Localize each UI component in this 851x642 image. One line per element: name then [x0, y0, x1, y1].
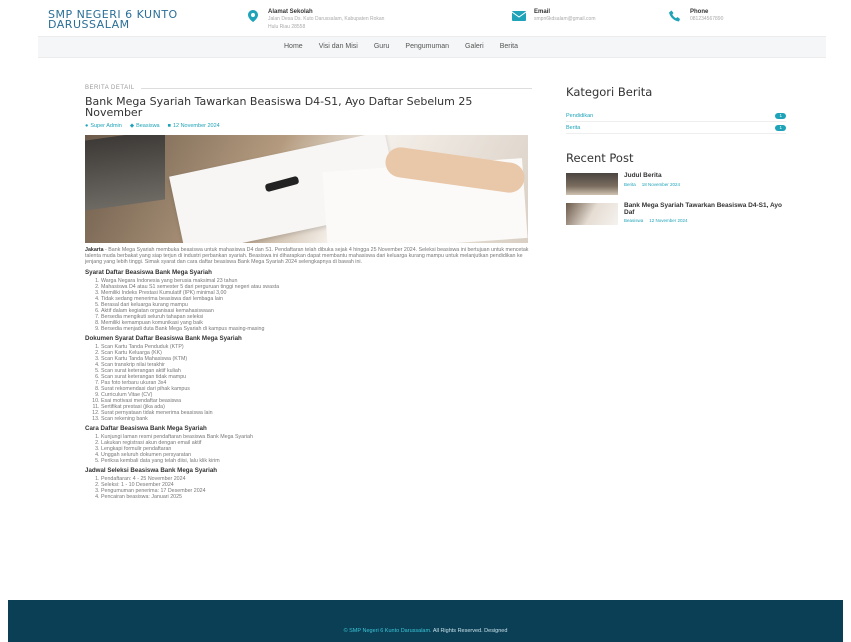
- section-title-cara: Cara Daftar Beasiswa Bank Mega Syariah: [85, 425, 207, 433]
- calendar-icon: ■: [167, 123, 171, 129]
- list-jadwal: Pendaftaran: 4 - 25 November 2024 Seleks…: [85, 476, 532, 500]
- nav-item-visi-misi[interactable]: Visi dan Misi: [319, 43, 358, 50]
- footer-rights: All Rights Reserved. Designed: [431, 628, 508, 634]
- site-logo[interactable]: SMP NEGERI 6 KUNTO DARUSSALAM: [48, 9, 178, 31]
- recent-post-item[interactable]: Judul Berita Berita 18 November 2024: [566, 172, 786, 195]
- nav-item-home[interactable]: Home: [284, 43, 303, 50]
- intro-text: - Bank Mega Syariah membuka beasiswa unt…: [85, 247, 529, 266]
- list-syarat: Warga Negara Indonesia yang berusia maks…: [85, 278, 532, 332]
- recent-post-thumbnail[interactable]: [566, 173, 618, 195]
- list-item: Bersedia menjadi duta Bank Mega Syariah …: [101, 326, 532, 332]
- meta-category-text: Beasiswa: [136, 123, 160, 129]
- section-title-dokumen: Dokumen Syarat Daftar Beasiswa Bank Mega…: [85, 334, 242, 342]
- recent-post-thumbnail[interactable]: [566, 203, 618, 225]
- section-title-syarat: Syarat Daftar Beasiswa Bank Mega Syariah: [85, 268, 212, 276]
- meta-date-text: 12 November 2024: [172, 123, 220, 129]
- address-block: Alamat Sekolah Jalan Desa Ds. Kuto Darus…: [246, 9, 384, 31]
- section-title-jadwal: Jadwal Seleksi Beasiswa Bank Mega Syaria…: [85, 467, 218, 475]
- map-pin-icon: [246, 9, 260, 23]
- list-cara: Kunjungi laman resmi pendaftaran beasisw…: [85, 434, 532, 464]
- article-meta: ● Super Admin ◆ Beasiswa ■ 12 November 2024: [85, 123, 532, 129]
- phone-block: Phone 081234567890: [668, 9, 723, 23]
- meta-category[interactable]: ◆ Beasiswa: [130, 123, 160, 129]
- phone-icon: [668, 9, 682, 23]
- article-kicker: BERITA DETAIL: [85, 85, 532, 91]
- category-count-badge: 1: [775, 124, 786, 131]
- recent-post-meta: Beasiswa 12 November 2024: [624, 218, 786, 223]
- email-block: Email smpn6kdsalam@gmail.com: [512, 9, 595, 23]
- mail-icon: [512, 9, 526, 23]
- meta-date: ■ 12 November 2024: [168, 123, 220, 129]
- footer-brand[interactable]: © SMP Negeri 6 Kunto Darussalam.: [344, 628, 432, 634]
- email-label: Email: [534, 9, 551, 15]
- email-value[interactable]: smpn6kdsalam@gmail.com: [534, 16, 595, 23]
- meta-author[interactable]: ● Super Admin: [85, 123, 122, 129]
- article-intro: Jakarta - Bank Mega Syariah membuka beas…: [85, 247, 532, 266]
- footer-copyright: © SMP Negeri 6 Kunto Darussalam. All Rig…: [8, 628, 843, 634]
- category-label: Berita: [566, 124, 581, 131]
- nav-item-guru[interactable]: Guru: [374, 43, 390, 50]
- list-item: Scan rekening bank: [101, 416, 532, 422]
- phone-label: Phone: [690, 9, 709, 15]
- list-item: Periksa kembali data yang telah diisi, l…: [101, 458, 532, 464]
- address-line-2: Hulu Riau 28558: [268, 24, 306, 30]
- nav-item-pengumuman[interactable]: Pengumuman: [405, 43, 449, 50]
- recent-post-category: Berita: [624, 181, 636, 187]
- address-label: Alamat Sekolah: [268, 9, 313, 15]
- categories-list: Pendidikan 1 Berita 1: [566, 110, 786, 134]
- recent-post-item[interactable]: Bank Mega Syariah Tawarkan Beasiswa D4-S…: [566, 202, 786, 225]
- nav-item-berita[interactable]: Berita: [500, 43, 518, 50]
- sidebar: Kategori Berita Pendidikan 1 Berita 1 Re…: [566, 85, 786, 225]
- categories-title: Kategori Berita: [566, 85, 653, 99]
- recent-post-meta: Berita 18 November 2024: [624, 182, 680, 187]
- tag-icon: ◆: [129, 123, 135, 129]
- recent-post-title-text[interactable]: Bank Mega Syariah Tawarkan Beasiswa D4-S…: [624, 202, 786, 216]
- recent-post-date: 12 November 2024: [649, 218, 688, 223]
- article-body: Jakarta - Bank Mega Syariah membuka beas…: [85, 247, 532, 500]
- list-dokumen: Scan Kartu Tanda Penduduk (KTP) Scan Kar…: [85, 344, 532, 422]
- article-hero-image: [85, 135, 528, 243]
- category-item[interactable]: Pendidikan 1: [566, 110, 786, 122]
- main-nav: Home Visi dan Misi Guru Pengumuman Galer…: [38, 36, 826, 58]
- article: BERITA DETAIL Bank Mega Syariah Tawarkan…: [85, 85, 532, 503]
- address-line-1: Jalan Desa Ds. Kuto Darussalam, Kabupate…: [268, 16, 385, 22]
- nav-item-galeri[interactable]: Galeri: [465, 43, 484, 50]
- article-title: Bank Mega Syariah Tawarkan Beasiswa D4-S…: [85, 95, 473, 119]
- user-icon: ●: [85, 123, 89, 129]
- category-label: Pendidikan: [566, 112, 594, 119]
- logo-line-2: DARUSSALAM: [48, 18, 130, 31]
- category-count-badge: 1: [775, 112, 786, 119]
- recent-post-date: 18 November 2024: [641, 181, 681, 187]
- recent-post-title: Recent Post: [566, 151, 634, 165]
- header: SMP NEGERI 6 KUNTO DARUSSALAM Alamat Sek…: [0, 0, 851, 36]
- intro-lead: Jakarta: [85, 247, 104, 253]
- list-item: Pencairan beasiswa: Januari 2025: [101, 494, 532, 500]
- footer: © SMP Negeri 6 Kunto Darussalam. All Rig…: [8, 600, 843, 642]
- recent-post-category: Beasiswa: [624, 218, 644, 223]
- recent-post-title-text[interactable]: Judul Berita: [624, 172, 680, 180]
- phone-value[interactable]: 081234567890: [690, 16, 723, 23]
- meta-author-text: Super Admin: [90, 123, 122, 129]
- category-item[interactable]: Berita 1: [566, 122, 786, 134]
